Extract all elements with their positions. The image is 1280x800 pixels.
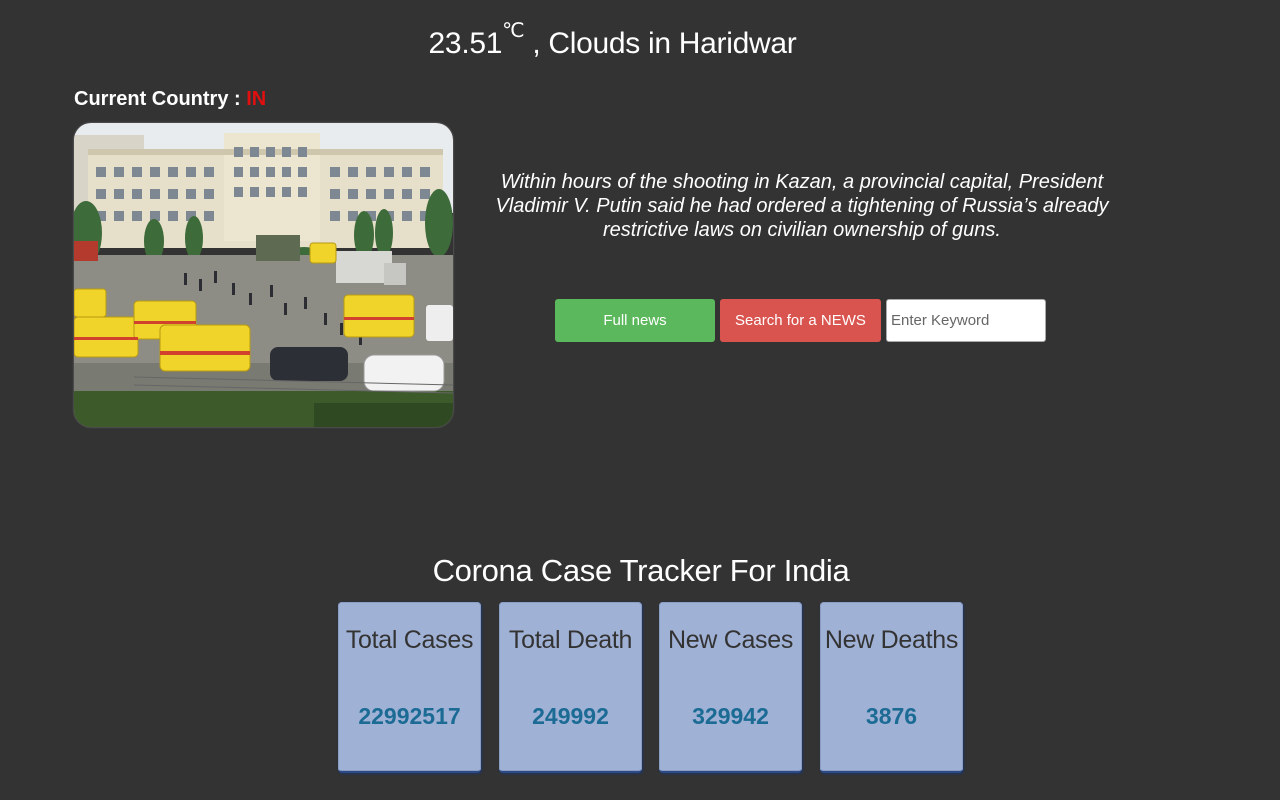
full-news-button[interactable]: Full news — [555, 299, 715, 342]
keyword-input[interactable] — [886, 299, 1046, 342]
total-cases-card: Total Cases 22992517 — [338, 602, 481, 773]
card-value: 329942 — [692, 703, 769, 729]
news-image — [74, 123, 453, 427]
card-value: 22992517 — [358, 703, 461, 729]
news-headline: Within hours of the shooting in Kazan, a… — [495, 171, 1109, 241]
card-value: 3876 — [865, 703, 918, 729]
weather-condition: , Clouds in Haridwar — [524, 27, 797, 60]
weather-heading: 23.51℃ , Clouds in Haridwar — [0, 18, 1225, 61]
card-label: Total Cases — [345, 626, 474, 654]
search-news-button[interactable]: Search for a NEWS — [720, 299, 881, 342]
temperature-value: 23.51 — [428, 27, 503, 60]
celsius-unit: ℃ — [502, 20, 525, 42]
new-deaths-card: New Deaths 3876 — [820, 602, 963, 773]
tracker-title: Corona Case Tracker For India — [432, 553, 850, 588]
card-label: Total Death — [508, 626, 633, 654]
new-cases-card: New Cases 329942 — [659, 602, 802, 773]
card-value: 249992 — [532, 703, 609, 729]
card-label: New Cases — [667, 626, 794, 654]
country-code: IN — [246, 88, 267, 110]
country-label: Current Country : — [74, 88, 247, 110]
total-death-card: Total Death 249992 — [499, 602, 642, 773]
card-label: New Deaths — [824, 626, 959, 654]
current-country: Current Country : IN — [74, 88, 266, 111]
